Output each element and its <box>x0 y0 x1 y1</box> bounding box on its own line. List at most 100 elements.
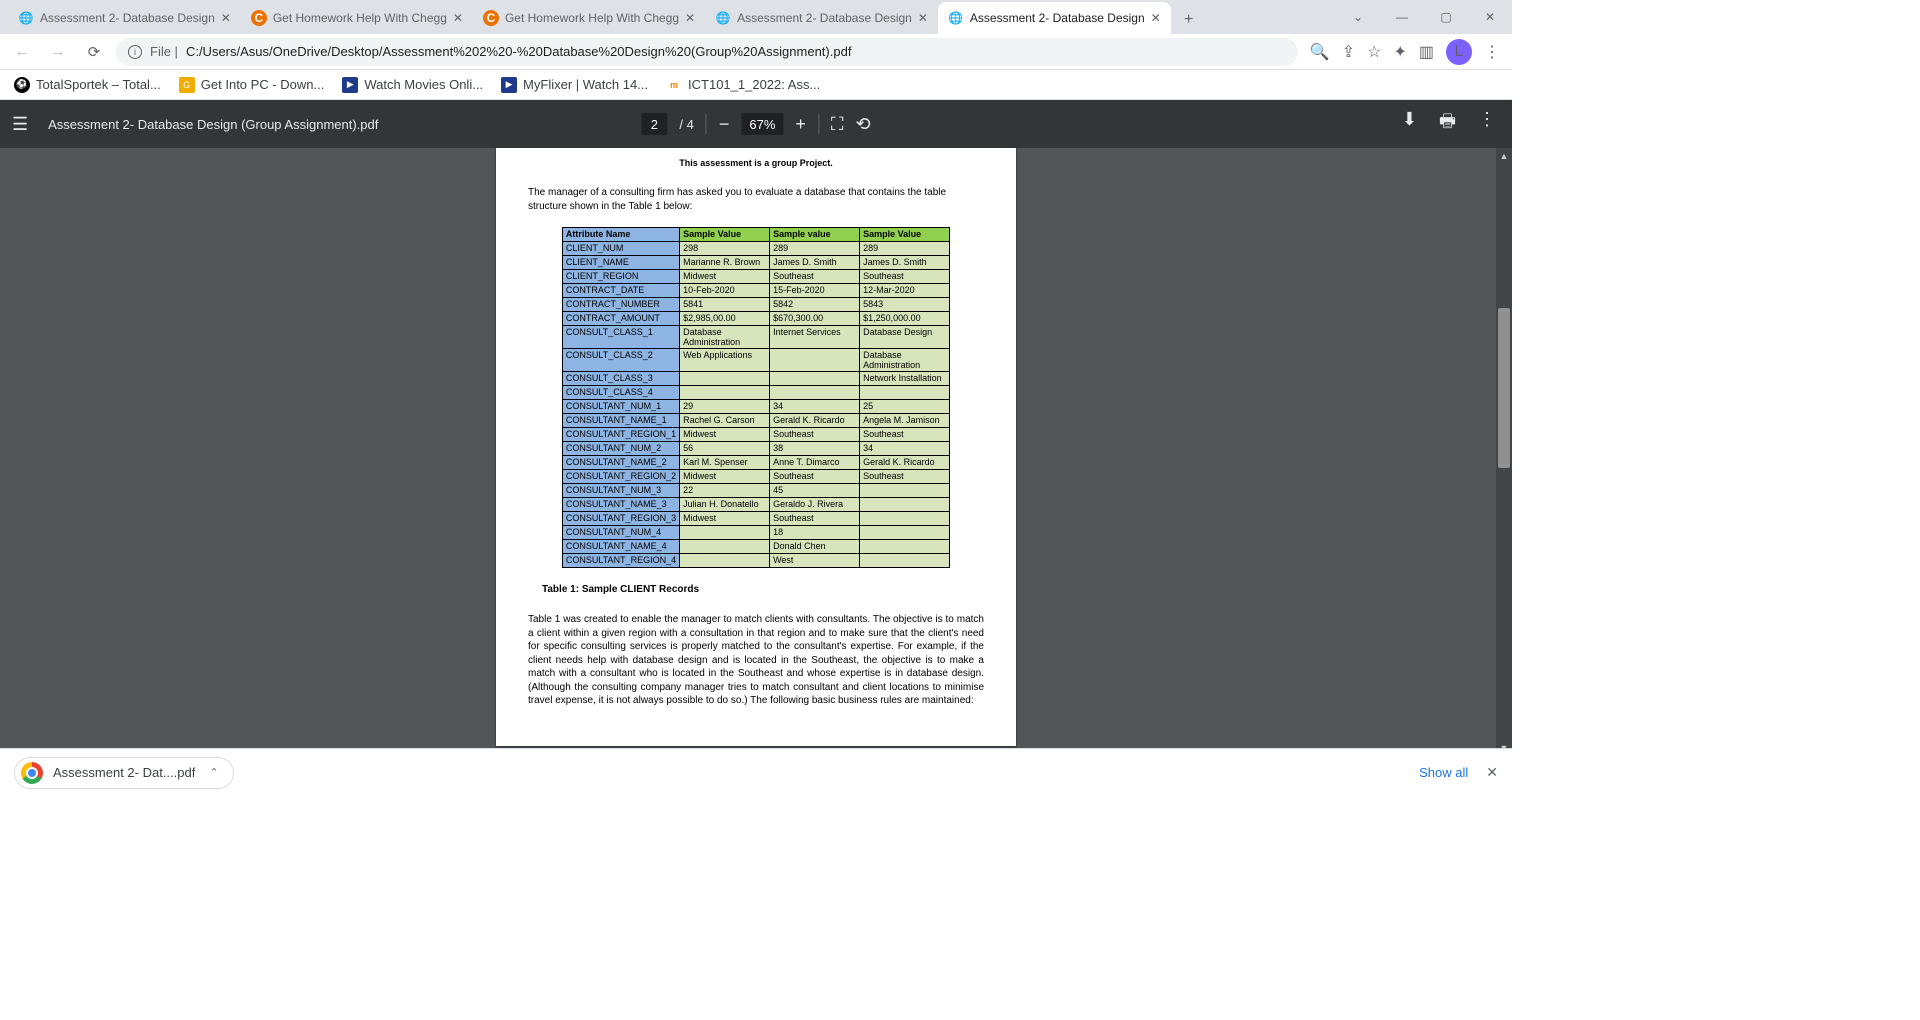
close-icon[interactable]: ✕ <box>453 11 463 25</box>
table-row: CONSULTANT_NAME_2Karl M. SpenserAnne T. … <box>562 456 949 470</box>
maximize-icon[interactable]: ▢ <box>1424 0 1468 34</box>
fit-page-icon[interactable]: ⛶ <box>831 114 844 135</box>
omnibox[interactable]: i File | C:/Users/Asus/OneDrive/Desktop/… <box>116 38 1298 66</box>
value-cell <box>680 386 770 400</box>
scrollbar[interactable]: ▲ ▼ <box>1496 148 1512 756</box>
close-icon[interactable]: ✕ <box>221 11 231 25</box>
star-icon[interactable]: ☆ <box>1367 42 1381 62</box>
bookmark-label: ICT101_1_2022: Ass... <box>688 77 820 92</box>
page-total: 4 <box>679 117 693 132</box>
close-icon[interactable]: ✕ <box>918 11 928 25</box>
table-row: CONSULTANT_NUM_418 <box>562 526 949 540</box>
value-cell: Internet Services <box>770 326 860 349</box>
attr-cell: CLIENT_NUM <box>562 242 679 256</box>
sidepanel-icon[interactable]: ▥ <box>1419 42 1434 62</box>
pdf-filename: Assessment 2- Database Design (Group Ass… <box>48 117 378 132</box>
attr-cell: CONSULT_CLASS_3 <box>562 372 679 386</box>
close-icon[interactable]: ✕ <box>1151 11 1161 25</box>
browser-tab[interactable]: 🌐 Assessment 2- Database Design ✕ <box>705 2 938 34</box>
profile-avatar[interactable]: L <box>1446 39 1472 65</box>
attr-cell: CONSULT_CLASS_4 <box>562 386 679 400</box>
value-cell: Marianne R. Brown <box>680 256 770 270</box>
close-window-icon[interactable]: ✕ <box>1468 0 1512 34</box>
divider <box>706 114 707 134</box>
doc-heading: This assessment is a group Project. <box>528 158 984 168</box>
table-row: CONSULTANT_NAME_3Julian H. DonatelloGera… <box>562 498 949 512</box>
value-cell <box>680 540 770 554</box>
value-cell: Julian H. Donatello <box>680 498 770 512</box>
scroll-up-icon[interactable]: ▲ <box>1496 148 1512 164</box>
zoom-in-button[interactable]: + <box>795 114 806 135</box>
table-caption: Table 1: Sample CLIENT Records <box>542 584 984 595</box>
doc-intro: The manager of a consulting firm has ask… <box>528 186 984 213</box>
bookmark-label: Watch Movies Onli... <box>364 77 483 92</box>
bookmark-label: MyFlixer | Watch 14... <box>523 77 648 92</box>
attr-cell: CONSULT_CLASS_1 <box>562 326 679 349</box>
attr-cell: CLIENT_REGION <box>562 270 679 284</box>
back-button[interactable]: ← <box>8 38 36 66</box>
bookmark-item[interactable]: ▶Watch Movies Onli... <box>342 77 483 93</box>
menu-icon[interactable]: ⋮ <box>1484 42 1500 62</box>
value-cell <box>860 526 950 540</box>
print-icon[interactable]: 🖶 <box>1439 109 1456 139</box>
zoom-icon[interactable]: 🔍 <box>1310 42 1330 62</box>
value-cell: Southeast <box>770 512 860 526</box>
attr-cell: CONSULTANT_NAME_4 <box>562 540 679 554</box>
browser-tab[interactable]: C Get Homework Help With Chegg ✕ <box>241 2 473 34</box>
table-header: Sample Value <box>860 228 950 242</box>
hamburger-icon[interactable]: ☰ <box>12 114 28 135</box>
extensions-icon[interactable]: ✦ <box>1393 42 1406 62</box>
browser-tab-active[interactable]: 🌐 Assessment 2- Database Design ✕ <box>938 2 1171 34</box>
divider <box>818 114 819 134</box>
tab-title: Assessment 2- Database Design <box>40 11 215 25</box>
show-all-link[interactable]: Show all <box>1419 765 1468 780</box>
bookmark-item[interactable]: mICT101_1_2022: Ass... <box>666 77 820 93</box>
share-icon[interactable]: ⇪ <box>1342 42 1355 62</box>
bookmark-item[interactable]: ▶ MyFlixer | Watch 14... <box>501 77 648 93</box>
tab-title: Get Homework Help With Chegg <box>505 11 679 25</box>
pdf-viewer[interactable]: This assessment is a group Project. The … <box>0 148 1512 756</box>
table-row: CONTRACT_DATE10-Feb-202015-Feb-202012-Ma… <box>562 284 949 298</box>
value-cell: 29 <box>680 400 770 414</box>
value-cell: Database Administration <box>860 349 950 372</box>
zoom-level[interactable]: 67% <box>741 113 783 135</box>
page-input[interactable] <box>641 113 667 135</box>
attr-cell: CONSULTANT_REGION_1 <box>562 428 679 442</box>
minimize-icon[interactable]: — <box>1380 0 1424 34</box>
value-cell: 38 <box>770 442 860 456</box>
reload-button[interactable]: ⟳ <box>80 38 108 66</box>
more-icon[interactable]: ⋮ <box>1478 109 1496 139</box>
table-row: CONTRACT_AMOUNT$2,985,00.00$670,300.00$1… <box>562 312 949 326</box>
close-icon[interactable]: ✕ <box>685 11 695 25</box>
attr-cell: CONSULTANT_NUM_3 <box>562 484 679 498</box>
attr-cell: CONSULTANT_NUM_1 <box>562 400 679 414</box>
bookmark-label: TotalSportek – Total... <box>36 77 161 92</box>
table-row: CONSULTANT_NAME_1Rachel G. CarsonGerald … <box>562 414 949 428</box>
rotate-icon[interactable]: ⟲ <box>856 114 871 135</box>
bookmark-item[interactable]: ⚽TotalSportek – Total... <box>14 77 161 93</box>
bookmark-item[interactable]: GGet Into PC - Down... <box>179 77 325 93</box>
attr-cell: CONSULTANT_REGION_4 <box>562 554 679 568</box>
chegg-icon: C <box>483 10 499 26</box>
close-shelf-icon[interactable]: ✕ <box>1486 764 1498 781</box>
download-item[interactable]: Assessment 2- Dat....pdf ⌃ <box>14 757 234 789</box>
info-icon[interactable]: i <box>128 45 142 59</box>
attr-cell: CONTRACT_NUMBER <box>562 298 679 312</box>
site-icon: ▶ <box>501 77 517 93</box>
zoom-out-button[interactable]: − <box>719 114 730 135</box>
browser-tab[interactable]: 🌐 Assessment 2- Database Design ✕ <box>8 2 241 34</box>
value-cell: Southeast <box>860 270 950 284</box>
new-tab-button[interactable]: + <box>1175 6 1203 34</box>
table-row: CONSULTANT_REGION_3MidwestSoutheast <box>562 512 949 526</box>
attr-cell: CONSULTANT_NUM_2 <box>562 442 679 456</box>
table-row: CONSULT_CLASS_3Network Installation <box>562 372 949 386</box>
chevron-up-icon[interactable]: ⌃ <box>209 766 218 779</box>
forward-button[interactable]: → <box>44 38 72 66</box>
chevron-down-icon[interactable]: ⌄ <box>1336 0 1380 34</box>
browser-tab[interactable]: C Get Homework Help With Chegg ✕ <box>473 2 705 34</box>
value-cell: 56 <box>680 442 770 456</box>
download-icon[interactable]: ⬇ <box>1402 109 1417 139</box>
address-bar: ← → ⟳ i File | C:/Users/Asus/OneDrive/De… <box>0 34 1512 70</box>
value-cell: 15-Feb-2020 <box>770 284 860 298</box>
scroll-thumb[interactable] <box>1498 308 1510 468</box>
